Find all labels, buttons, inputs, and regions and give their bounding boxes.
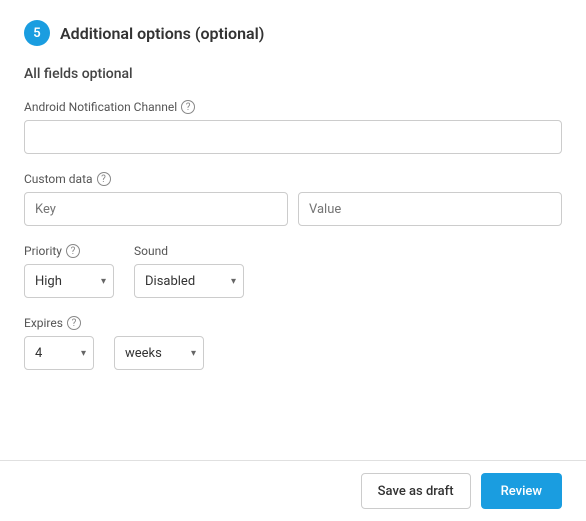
expires-number-wrapper: 1 2 3 4 5 6 7 8 ▾ xyxy=(24,336,94,370)
section-title: Additional options (optional) xyxy=(60,24,264,43)
sound-select-wrapper: Disabled Default Custom ▾ xyxy=(134,264,244,298)
priority-select-wrapper: High Normal Low ▾ xyxy=(24,264,114,298)
sound-select[interactable]: Disabled Default Custom xyxy=(134,264,244,298)
step-badge: 5 xyxy=(24,20,50,46)
custom-data-value-input[interactable] xyxy=(298,192,562,226)
main-content: 5 Additional options (optional) All fiel… xyxy=(0,0,586,460)
expires-number-select[interactable]: 1 2 3 4 5 6 7 8 xyxy=(24,336,94,370)
android-channel-help-icon[interactable]: ? xyxy=(181,100,195,114)
review-button[interactable]: Review xyxy=(481,473,562,509)
footer-bar: Save as draft Review xyxy=(0,460,586,521)
save-as-draft-button[interactable]: Save as draft xyxy=(361,473,471,509)
priority-sound-group: Priority ? High Normal Low ▾ xyxy=(24,244,562,298)
custom-data-key-input[interactable] xyxy=(24,192,288,226)
custom-data-label: Custom data ? xyxy=(24,172,562,186)
expires-help-icon[interactable]: ? xyxy=(67,316,81,330)
android-notification-channel-label: Android Notification Channel ? xyxy=(24,100,562,114)
custom-data-group: Custom data ? xyxy=(24,172,562,226)
custom-data-help-icon[interactable]: ? xyxy=(97,172,111,186)
page-container: 5 Additional options (optional) All fiel… xyxy=(0,0,586,521)
expires-inline: 1 2 3 4 5 6 7 8 ▾ minutes hours xyxy=(24,336,562,370)
expires-unit-wrapper: minutes hours days weeks ▾ xyxy=(114,336,204,370)
android-notification-channel-input[interactable] xyxy=(24,120,562,154)
expires-group: Expires ? 1 2 3 4 5 6 7 8 ▾ xyxy=(24,316,562,370)
android-notification-channel-group: Android Notification Channel ? xyxy=(24,100,562,154)
priority-label: Priority ? xyxy=(24,244,114,258)
sound-label: Sound xyxy=(134,244,244,258)
fields-optional-label: All fields optional xyxy=(24,66,562,82)
sound-field: Sound Disabled Default Custom ▾ xyxy=(134,244,244,298)
priority-help-icon[interactable]: ? xyxy=(66,244,80,258)
expires-unit-select[interactable]: minutes hours days weeks xyxy=(114,336,204,370)
section-header: 5 Additional options (optional) xyxy=(24,20,562,46)
priority-select[interactable]: High Normal Low xyxy=(24,264,114,298)
custom-data-row xyxy=(24,192,562,226)
expires-label: Expires ? xyxy=(24,316,562,330)
priority-field: Priority ? High Normal Low ▾ xyxy=(24,244,114,298)
priority-sound-inline: Priority ? High Normal Low ▾ xyxy=(24,244,562,298)
